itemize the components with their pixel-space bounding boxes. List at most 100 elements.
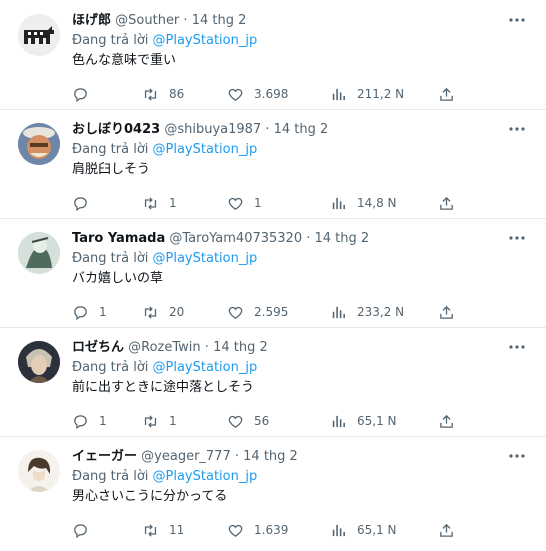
views-button[interactable]: 233,2 N xyxy=(330,302,404,322)
reply-icon xyxy=(74,523,87,538)
display-name[interactable]: ほげ郎 xyxy=(72,13,111,28)
retweet-button[interactable]: 1 xyxy=(142,411,177,431)
action-bar: 1 1 56 65,1 N xyxy=(72,411,462,431)
like-button[interactable]: 1 xyxy=(227,193,262,213)
like-button[interactable]: 3.698 xyxy=(227,84,288,104)
timestamp[interactable]: 14 thg 2 xyxy=(213,340,268,355)
retweet-button[interactable]: 11 xyxy=(142,520,184,540)
like-icon xyxy=(228,415,243,428)
like-button[interactable]: 1.639 xyxy=(227,520,288,540)
replying-to-label: Đang trả lời xyxy=(72,251,153,266)
tweet-header: ほげ郎 @Souther · 14 thg 2 xyxy=(72,12,246,30)
like-button[interactable]: 56 xyxy=(227,411,269,431)
display-name[interactable]: イェーガー xyxy=(72,449,137,464)
avatar[interactable] xyxy=(18,232,60,274)
tweet-header: Taro Yamada @TaroYam40735320 · 14 thg 2 xyxy=(72,230,369,248)
retweet-count: 1 xyxy=(169,414,177,428)
handle[interactable]: @yeager_777 xyxy=(141,449,231,464)
mention-link[interactable]: @PlayStation_jp xyxy=(153,251,258,266)
share-button[interactable] xyxy=(438,302,455,322)
action-bar: 1 20 2.595 233,2 N xyxy=(72,302,462,322)
replying-to-label: Đang trả lời xyxy=(72,33,153,48)
mention-link[interactable]: @PlayStation_jp xyxy=(153,33,258,48)
mention-link[interactable]: @PlayStation_jp xyxy=(153,142,258,157)
replying-to-label: Đang trả lời xyxy=(72,469,153,484)
like-icon xyxy=(228,306,243,319)
reply-button[interactable] xyxy=(72,520,99,540)
separator-dot: · xyxy=(261,122,274,137)
handle[interactable]: @shibuya1987 xyxy=(164,122,261,137)
tweet-5[interactable]: イェーガー @yeager_777 · 14 thg 2 Đang trả lờ… xyxy=(0,448,546,548)
display-name[interactable]: ロゼちん xyxy=(72,340,124,355)
reply-icon xyxy=(74,196,87,211)
share-button[interactable] xyxy=(438,411,455,431)
like-count: 56 xyxy=(254,414,270,428)
divider xyxy=(0,327,546,328)
handle[interactable]: @TaroYam40735320 xyxy=(169,231,302,246)
views-count: 211,2 N xyxy=(357,87,405,101)
tweet-1[interactable]: ほげ郎 @Souther · 14 thg 2 Đang trả lời @Pl… xyxy=(0,12,546,108)
timestamp[interactable]: 14 thg 2 xyxy=(274,122,329,137)
more-icon[interactable] xyxy=(508,341,526,353)
display-name[interactable]: Taro Yamada xyxy=(72,231,165,246)
avatar[interactable] xyxy=(18,14,60,56)
share-button[interactable] xyxy=(438,520,455,540)
mention-link[interactable]: @PlayStation_jp xyxy=(153,469,258,484)
like-button[interactable]: 2.595 xyxy=(227,302,288,322)
replying-to-label: Đang trả lời xyxy=(72,360,153,375)
more-icon[interactable] xyxy=(508,14,526,26)
views-button[interactable]: 14,8 N xyxy=(330,193,397,213)
retweet-icon xyxy=(144,305,157,319)
timestamp[interactable]: 14 thg 2 xyxy=(315,231,370,246)
tweet-header: おしぼり0423 @shibuya1987 · 14 thg 2 xyxy=(72,121,328,139)
views-button[interactable]: 65,1 N xyxy=(330,411,397,431)
reply-button[interactable] xyxy=(72,84,99,104)
tweet-3[interactable]: Taro Yamada @TaroYam40735320 · 14 thg 2 … xyxy=(0,230,546,326)
reply-button[interactable]: 1 xyxy=(72,411,107,431)
more-icon[interactable] xyxy=(508,450,526,462)
timestamp[interactable]: 14 thg 2 xyxy=(192,13,247,28)
action-bar: 86 3.698 211,2 N xyxy=(72,84,462,104)
reply-icon xyxy=(74,305,87,320)
timestamp[interactable]: 14 thg 2 xyxy=(243,449,298,464)
views-icon xyxy=(332,524,345,536)
share-button[interactable] xyxy=(438,84,455,104)
retweet-button[interactable]: 86 xyxy=(142,84,184,104)
like-icon xyxy=(228,524,243,537)
avatar[interactable] xyxy=(18,341,60,383)
reply-button[interactable] xyxy=(72,193,99,213)
display-name[interactable]: おしぼり0423 xyxy=(72,122,160,137)
retweet-button[interactable]: 20 xyxy=(142,302,184,322)
handle[interactable]: @Souther xyxy=(115,13,179,28)
retweet-icon xyxy=(144,414,157,428)
share-button[interactable] xyxy=(438,193,455,213)
retweet-count: 1 xyxy=(169,196,177,210)
mention-link[interactable]: @PlayStation_jp xyxy=(153,360,258,375)
tweet-text: 色んな意味で重い xyxy=(72,53,177,68)
retweet-button[interactable]: 1 xyxy=(142,193,177,213)
reply-button[interactable]: 1 xyxy=(72,302,107,322)
tweet-text: 男心さいこうに分かってる xyxy=(72,489,228,504)
more-icon[interactable] xyxy=(508,123,526,135)
retweet-icon xyxy=(144,523,157,537)
handle[interactable]: @RozeTwin xyxy=(128,340,201,355)
tweet-2[interactable]: おしぼり0423 @shibuya1987 · 14 thg 2 Đang tr… xyxy=(0,121,546,217)
divider xyxy=(0,109,546,110)
separator-dot: · xyxy=(179,13,192,28)
views-button[interactable]: 65,1 N xyxy=(330,520,397,540)
avatar[interactable] xyxy=(18,450,60,492)
retweet-count: 86 xyxy=(169,87,185,101)
share-icon xyxy=(440,196,453,210)
share-icon xyxy=(440,523,453,537)
avatar[interactable] xyxy=(18,123,60,165)
tweet-text: 肩脱臼しそう xyxy=(72,162,151,177)
divider xyxy=(0,436,546,437)
tweet-4[interactable]: ロゼちん @RozeTwin · 14 thg 2 Đang trả lời @… xyxy=(0,339,546,435)
like-icon xyxy=(228,88,243,101)
share-icon xyxy=(440,87,453,101)
retweet-icon xyxy=(144,87,157,101)
separator-dot: · xyxy=(302,231,315,246)
more-icon[interactable] xyxy=(508,232,526,244)
views-button[interactable]: 211,2 N xyxy=(330,84,404,104)
action-bar: 11 1.639 65,1 N xyxy=(72,520,462,540)
